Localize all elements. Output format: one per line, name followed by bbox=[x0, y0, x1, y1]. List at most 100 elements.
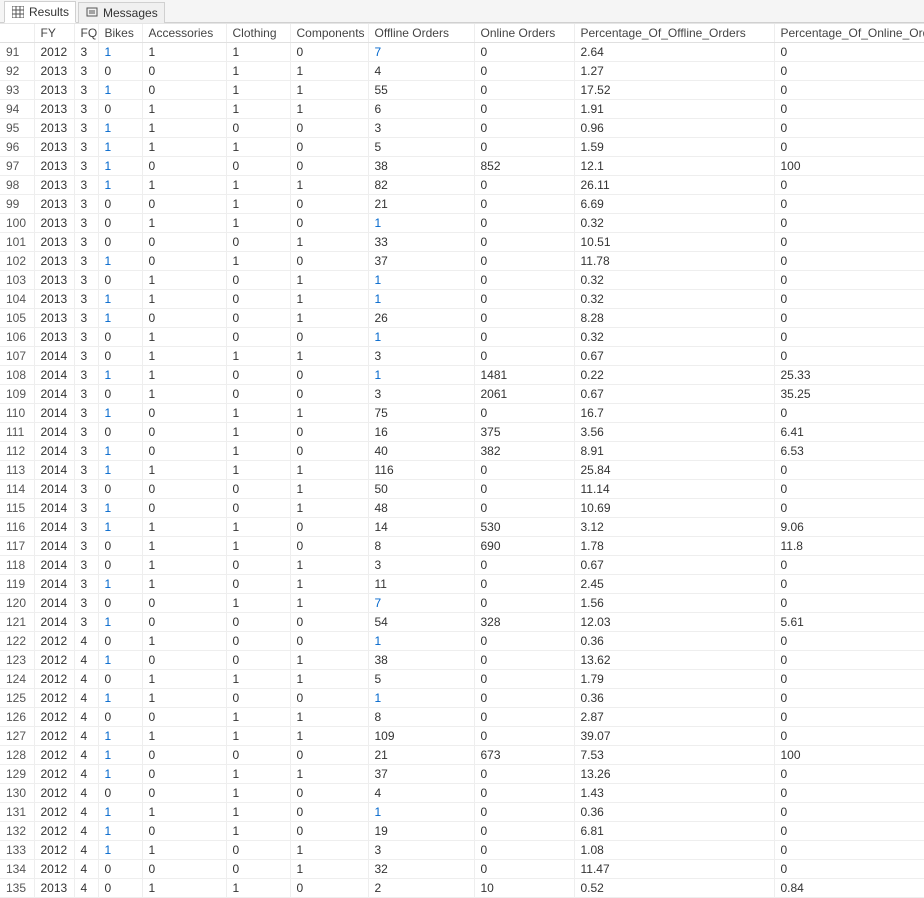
data-cell[interactable]: 1 bbox=[98, 822, 142, 841]
data-cell[interactable]: 0 bbox=[226, 366, 290, 385]
data-cell[interactable]: 1 bbox=[98, 765, 142, 784]
data-cell[interactable]: 0 bbox=[474, 632, 574, 651]
tab-messages[interactable]: Messages bbox=[78, 2, 165, 23]
data-cell[interactable]: 0 bbox=[474, 803, 574, 822]
data-cell[interactable]: 1 bbox=[226, 765, 290, 784]
data-cell[interactable]: 1 bbox=[226, 442, 290, 461]
data-cell[interactable]: 1 bbox=[142, 328, 226, 347]
data-cell[interactable]: 0 bbox=[474, 81, 574, 100]
data-cell[interactable]: 0 bbox=[774, 252, 924, 271]
data-cell[interactable]: 1 bbox=[142, 366, 226, 385]
data-cell[interactable]: 0 bbox=[142, 784, 226, 803]
row-number-cell[interactable]: 121 bbox=[0, 613, 34, 632]
data-cell[interactable]: 1 bbox=[142, 632, 226, 651]
data-cell[interactable]: 1 bbox=[368, 366, 474, 385]
data-cell[interactable]: 1.27 bbox=[574, 62, 774, 81]
table-row[interactable]: 10120133000133010.510 bbox=[0, 233, 924, 252]
data-cell[interactable]: 0 bbox=[142, 195, 226, 214]
data-cell[interactable]: 0 bbox=[290, 119, 368, 138]
data-cell[interactable]: 19 bbox=[368, 822, 474, 841]
data-cell[interactable]: 0 bbox=[774, 271, 924, 290]
data-cell[interactable]: 0 bbox=[474, 594, 574, 613]
data-cell[interactable]: 0 bbox=[142, 309, 226, 328]
data-cell[interactable]: 50 bbox=[368, 480, 474, 499]
data-cell[interactable]: 1 bbox=[98, 157, 142, 176]
data-cell[interactable]: 2012 bbox=[34, 803, 74, 822]
data-cell[interactable]: 5 bbox=[368, 670, 474, 689]
data-cell[interactable]: 0 bbox=[142, 746, 226, 765]
data-cell[interactable]: 1 bbox=[98, 176, 142, 195]
table-row[interactable]: 9320133101155017.520 bbox=[0, 81, 924, 100]
data-cell[interactable]: 0 bbox=[98, 214, 142, 233]
data-cell[interactable]: 2014 bbox=[34, 613, 74, 632]
data-cell[interactable]: 116 bbox=[368, 461, 474, 480]
data-cell[interactable]: 2013 bbox=[34, 328, 74, 347]
data-cell[interactable]: 0 bbox=[774, 43, 924, 62]
table-row[interactable]: 128201241000216737.53100 bbox=[0, 746, 924, 765]
table-row[interactable]: 111201430010163753.566.41 bbox=[0, 423, 924, 442]
row-number-cell[interactable]: 108 bbox=[0, 366, 34, 385]
data-cell[interactable]: 37 bbox=[368, 252, 474, 271]
data-cell[interactable]: 1 bbox=[368, 632, 474, 651]
data-cell[interactable]: 673 bbox=[474, 746, 574, 765]
data-cell[interactable]: 2013 bbox=[34, 157, 74, 176]
data-cell[interactable]: 1 bbox=[226, 195, 290, 214]
data-cell[interactable]: 1.91 bbox=[574, 100, 774, 119]
table-row[interactable]: 1322012410101906.810 bbox=[0, 822, 924, 841]
data-cell[interactable]: 0 bbox=[142, 613, 226, 632]
data-cell[interactable]: 4 bbox=[74, 841, 98, 860]
data-cell[interactable]: 32 bbox=[368, 860, 474, 879]
data-cell[interactable]: 0.22 bbox=[574, 366, 774, 385]
data-cell[interactable]: 0 bbox=[142, 252, 226, 271]
data-cell[interactable]: 1.08 bbox=[574, 841, 774, 860]
data-cell[interactable]: 0 bbox=[474, 860, 574, 879]
row-number-cell[interactable]: 106 bbox=[0, 328, 34, 347]
row-number-cell[interactable]: 131 bbox=[0, 803, 34, 822]
data-cell[interactable]: 1 bbox=[290, 81, 368, 100]
data-cell[interactable]: 382 bbox=[474, 442, 574, 461]
data-cell[interactable]: 0 bbox=[98, 347, 142, 366]
data-cell[interactable]: 0 bbox=[226, 841, 290, 860]
table-row[interactable]: 131201241110100.360 bbox=[0, 803, 924, 822]
data-cell[interactable]: 0 bbox=[142, 423, 226, 442]
row-number-cell[interactable]: 99 bbox=[0, 195, 34, 214]
data-cell[interactable]: 0 bbox=[474, 252, 574, 271]
data-cell[interactable]: 2014 bbox=[34, 385, 74, 404]
data-cell[interactable]: 37 bbox=[368, 765, 474, 784]
data-cell[interactable]: 0 bbox=[98, 860, 142, 879]
table-row[interactable]: 91201231110702.640 bbox=[0, 43, 924, 62]
data-cell[interactable]: 0.32 bbox=[574, 328, 774, 347]
data-cell[interactable]: 10 bbox=[474, 879, 574, 898]
data-cell[interactable]: 2012 bbox=[34, 841, 74, 860]
data-cell[interactable]: 0 bbox=[774, 119, 924, 138]
data-cell[interactable]: 0 bbox=[98, 670, 142, 689]
data-cell[interactable]: 0.67 bbox=[574, 556, 774, 575]
data-cell[interactable]: 1 bbox=[226, 518, 290, 537]
data-cell[interactable]: 4 bbox=[74, 860, 98, 879]
data-cell[interactable]: 1 bbox=[290, 233, 368, 252]
data-cell[interactable]: 0 bbox=[774, 594, 924, 613]
col-online-orders[interactable]: Online Orders bbox=[474, 24, 574, 43]
data-cell[interactable]: 55 bbox=[368, 81, 474, 100]
data-cell[interactable]: 8.91 bbox=[574, 442, 774, 461]
row-number-cell[interactable]: 93 bbox=[0, 81, 34, 100]
data-cell[interactable]: 2012 bbox=[34, 708, 74, 727]
data-cell[interactable]: 0 bbox=[774, 214, 924, 233]
data-cell[interactable]: 100 bbox=[774, 746, 924, 765]
data-cell[interactable]: 0 bbox=[142, 822, 226, 841]
data-cell[interactable]: 0 bbox=[474, 271, 574, 290]
data-cell[interactable]: 3 bbox=[74, 43, 98, 62]
data-cell[interactable]: 0 bbox=[226, 632, 290, 651]
table-row[interactable]: 94201330111601.910 bbox=[0, 100, 924, 119]
data-cell[interactable]: 1 bbox=[290, 727, 368, 746]
data-cell[interactable]: 1 bbox=[142, 537, 226, 556]
data-cell[interactable]: 4 bbox=[74, 746, 98, 765]
data-cell[interactable]: 4 bbox=[74, 708, 98, 727]
data-cell[interactable]: 2013 bbox=[34, 176, 74, 195]
data-cell[interactable]: 0 bbox=[142, 442, 226, 461]
data-cell[interactable]: 7 bbox=[368, 594, 474, 613]
data-cell[interactable]: 3 bbox=[74, 404, 98, 423]
data-cell[interactable]: 0.32 bbox=[574, 214, 774, 233]
data-cell[interactable]: 1 bbox=[290, 670, 368, 689]
table-row[interactable]: 13420124000132011.470 bbox=[0, 860, 924, 879]
